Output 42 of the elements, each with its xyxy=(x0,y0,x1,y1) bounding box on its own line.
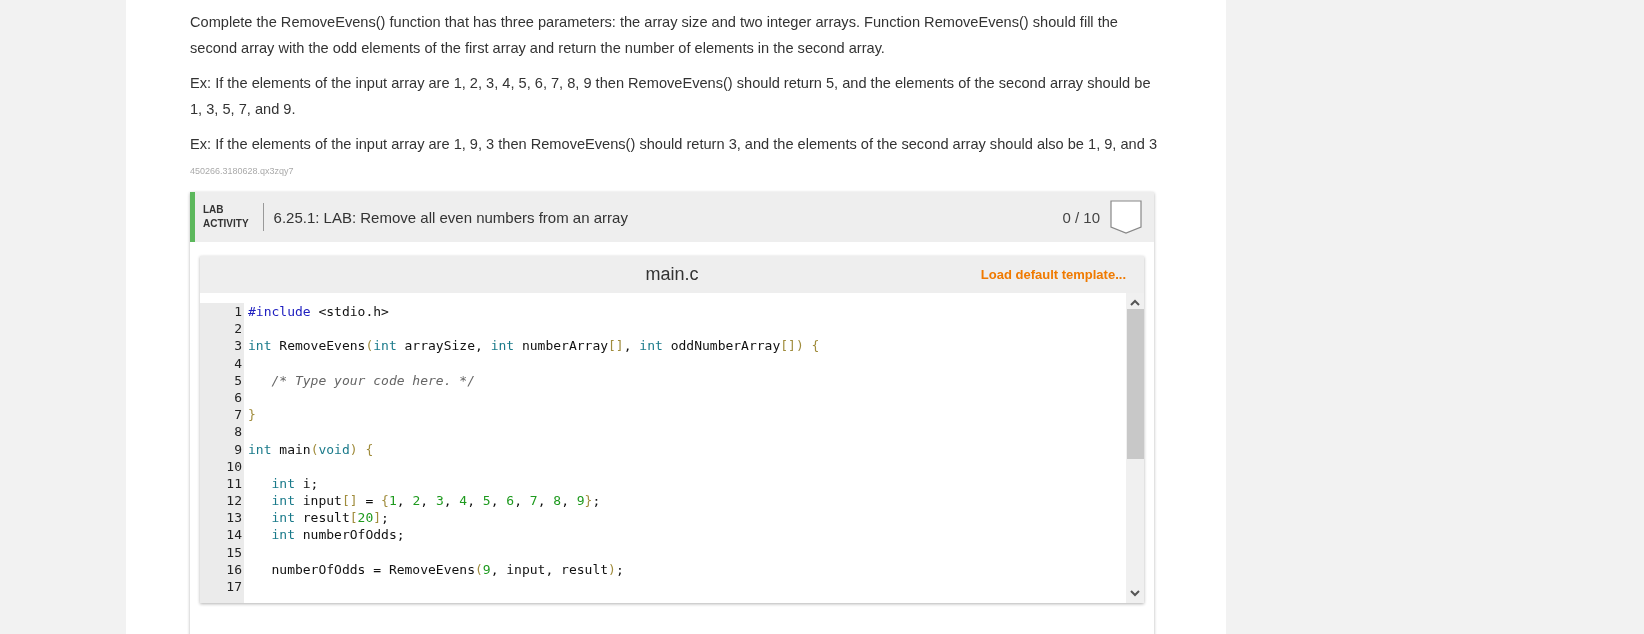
code-line: int RemoveEvens(int arraySize, int numberArray[], int oddNumberArray[]) { xyxy=(248,338,820,354)
code-line: int main(void) { xyxy=(248,441,374,457)
code-line: int i; xyxy=(270,475,319,491)
code-line: numberOfOdds = RemoveEvens(9, input, result); xyxy=(270,561,624,577)
line-number: 17 xyxy=(225,578,243,596)
code-line: int input[] = {1, 2, 3, 4, 5, 6, 7, 8, 9}; xyxy=(270,493,601,509)
lab-title: 6.25.1: LAB: Remove all even numbers from an array xyxy=(273,208,629,226)
line-number: 4 xyxy=(233,354,243,372)
line-number: 15 xyxy=(225,543,243,561)
code-line: #include <stdio.h> xyxy=(248,304,389,319)
line-number: 14 xyxy=(225,526,243,544)
scroll-down-icon[interactable] xyxy=(1130,589,1140,597)
line-number: 8 xyxy=(233,423,243,441)
line-number: 7 xyxy=(233,406,243,424)
line-number: 11 xyxy=(225,474,243,493)
code-line: /* Type your code here. */ xyxy=(270,372,475,388)
score: 0 / 10 xyxy=(1062,208,1100,226)
line-number: 3 xyxy=(233,337,243,355)
score-badge-icon xyxy=(1110,200,1142,234)
lab-tag: LAB xyxy=(203,203,249,217)
code-line: } xyxy=(248,407,256,423)
line-number: 10 xyxy=(225,457,243,475)
line-number: 2 xyxy=(233,320,243,338)
load-template-link[interactable]: Load default template... xyxy=(980,267,1126,282)
line-number: 1 xyxy=(233,303,243,321)
code-line: int result[20]; xyxy=(270,510,389,526)
line-number: 9 xyxy=(233,440,243,458)
line-number: 12 xyxy=(225,492,243,510)
scroll-thumb[interactable] xyxy=(1126,309,1144,459)
item-id: 450266.3180628.qx3zqy7 xyxy=(190,166,295,176)
line-number: 6 xyxy=(233,388,243,407)
instruction-paragraph: Ex: If the elements of the input array are 1, 2, 3, 4, 5, 6, 7, 8, 9 then RemoveEvens() should return 5, and the elements of the second array should be 1, 3, 5, 7, and 9. xyxy=(190,74,1152,119)
file-name: main.c xyxy=(645,264,699,285)
line-number: 16 xyxy=(225,560,243,578)
line-number: 5 xyxy=(233,371,243,389)
scroll-up-icon[interactable] xyxy=(1130,299,1140,307)
instruction-paragraph: Ex: If the elements of the input array are 1, 9, 3 then RemoveEvens() should return 3, and the elements of the second array should also be 1, 9, and 3 xyxy=(190,135,1158,154)
code-line: int numberOfOdds; xyxy=(270,527,405,543)
lab-tag: ACTIVITY xyxy=(203,217,249,231)
scrollbar[interactable] xyxy=(1126,293,1144,603)
instruction-paragraph: Complete the RemoveEvens() function that has three parameters: the array size and two integer arrays. Function RemoveEvens() should fill the second array with the odd elements of the first array and return the number of elements in the second array. xyxy=(190,13,1119,58)
line-number: 13 xyxy=(225,509,243,527)
